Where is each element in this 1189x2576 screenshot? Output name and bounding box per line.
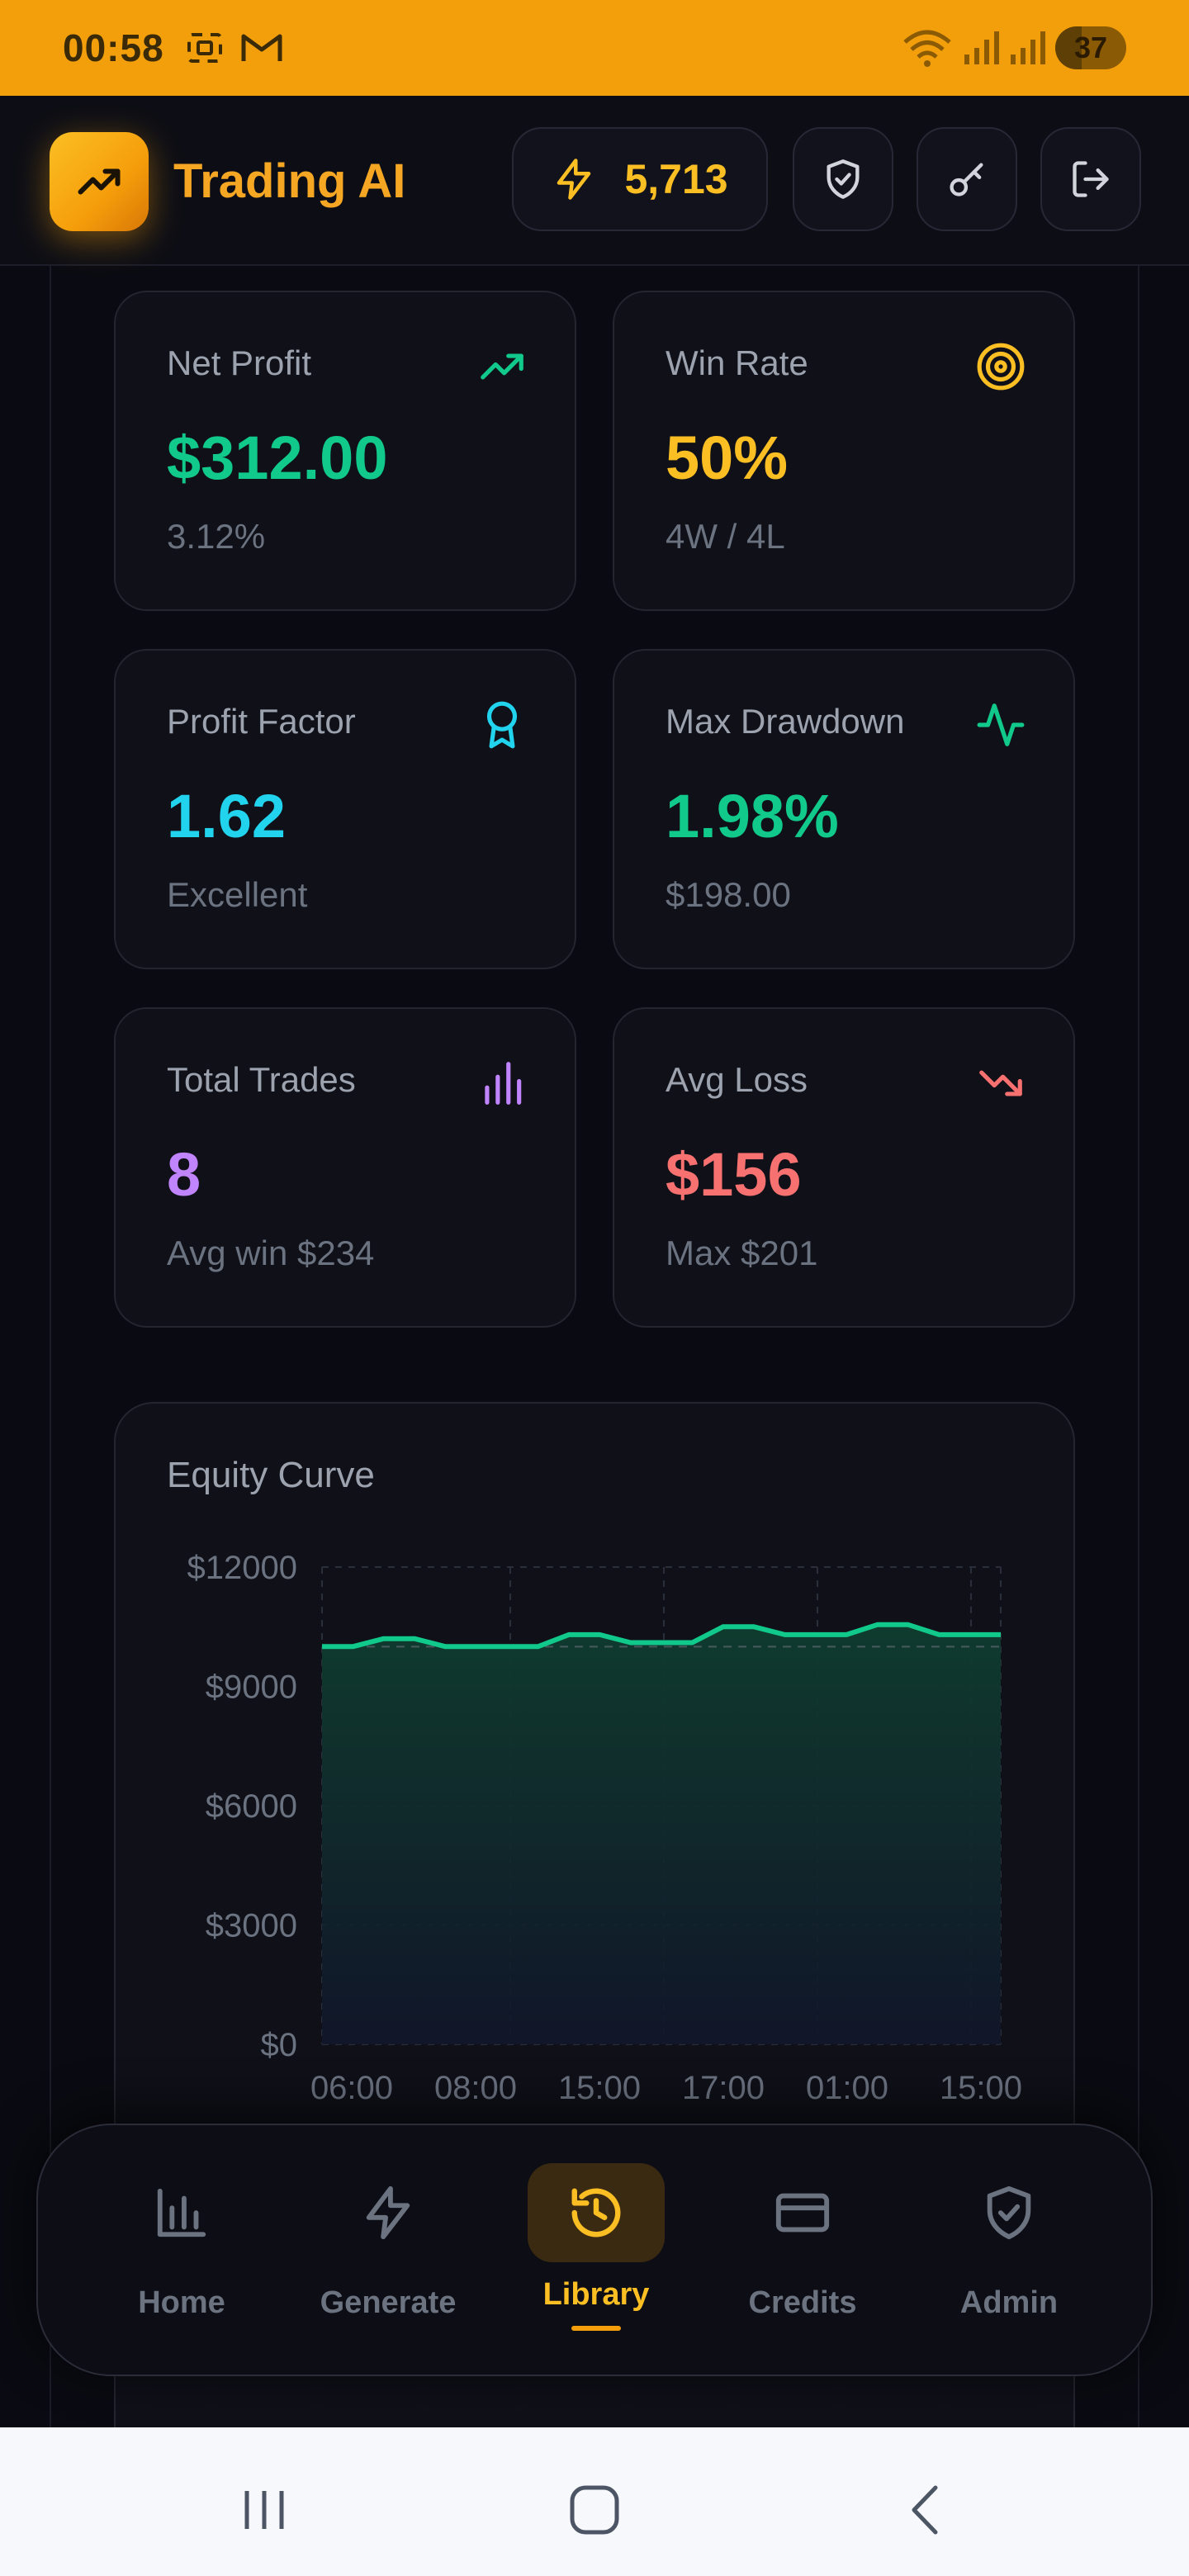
credit-card-icon (775, 2193, 830, 2233)
stat-value: $312.00 (167, 424, 388, 492)
lightning-icon (366, 2185, 410, 2240)
logout-icon (1073, 161, 1109, 197)
back-button[interactable] (893, 2477, 959, 2543)
nav-label: Generate (320, 2285, 457, 2320)
home-icon (570, 2485, 619, 2535)
nav-item-generate[interactable]: Generate (306, 2163, 471, 2345)
y-tick-label: $6000 (206, 1788, 297, 1825)
bottom-nav: Home Generate Library Credits Admin (36, 2124, 1153, 2376)
nav-label: Admin (959, 2285, 1059, 2320)
signal-icon (1011, 31, 1045, 64)
stat-label: Win Rate (666, 343, 808, 382)
x-tick-label: 15:00 (940, 2070, 1022, 2106)
stat-sub: $198.00 (666, 875, 791, 914)
equity-area (322, 1624, 1001, 2044)
activity-icon (977, 703, 1025, 746)
stat-card-win-rate: Win Rate 50% 4W / 4L (613, 291, 1075, 611)
app-title: Trading AI (173, 154, 406, 208)
system-nav-bar (0, 2427, 1189, 2576)
x-tick-label: 01:00 (806, 2070, 888, 2106)
stat-label: Profit Factor (167, 702, 356, 741)
y-tick-label: $9000 (206, 1669, 297, 1706)
recent-apps-button[interactable] (231, 2477, 297, 2543)
stat-label: Total Trades (167, 1060, 356, 1099)
y-tick-label: $3000 (206, 1908, 297, 1944)
stat-card-total-trades: Total Trades 8 Avg win $234 (114, 1007, 576, 1328)
stat-card-net-profit: Net Profit $312.00 3.12% (114, 291, 576, 611)
nav-item-credits[interactable]: Credits (720, 2163, 885, 2345)
stat-sub: Avg win $234 (167, 1234, 375, 1272)
x-tick-label: 08:00 (434, 2070, 517, 2106)
x-tick-label: 17:00 (682, 2070, 765, 2106)
home-button[interactable] (561, 2477, 628, 2543)
trending-up-icon (78, 168, 121, 195)
stat-label: Max Drawdown (666, 702, 905, 741)
recent-apps-icon (244, 2491, 284, 2529)
trending-down-icon (979, 1070, 1022, 1096)
stat-value: 1.98% (666, 782, 839, 850)
shield-check-icon (987, 2185, 1031, 2240)
nav-label: Credits (748, 2285, 857, 2320)
nav-item-library[interactable]: Library (514, 2163, 679, 2345)
wifi-icon (903, 30, 951, 67)
credits-value: 5,713 (624, 156, 728, 202)
stat-value: 8 (167, 1140, 201, 1209)
signal-icon (964, 31, 999, 64)
y-tick-label: $0 (261, 2027, 298, 2063)
credits-balance[interactable]: 5,713 (512, 127, 768, 231)
bar-chart-icon (157, 2188, 206, 2237)
stat-sub: 4W / 4L (666, 517, 785, 556)
status-time: 00:58 (63, 26, 164, 69)
y-tick-label: $12000 (187, 1550, 297, 1586)
shield-check-icon (827, 159, 860, 199)
nav-label: Home (138, 2285, 225, 2320)
content-border-left (50, 266, 51, 2429)
back-icon (912, 2485, 938, 2535)
x-tick-label: 06:00 (310, 2070, 393, 2106)
lightning-icon (557, 159, 591, 200)
stat-card-avg-loss: Avg Loss $156 Max $201 (613, 1007, 1075, 1328)
stat-value: 1.62 (167, 782, 287, 850)
content-border-right (1138, 266, 1139, 2429)
stat-value: $156 (666, 1140, 802, 1209)
history-icon (571, 2188, 621, 2237)
stat-value: 50% (666, 424, 789, 492)
screenshot-icon (187, 33, 222, 63)
status-bar: 00:58 37 (0, 0, 1189, 96)
key-icon (950, 163, 983, 197)
stat-label: Avg Loss (666, 1060, 808, 1099)
stat-sub: 3.12% (167, 517, 266, 556)
app-logo[interactable] (50, 132, 149, 231)
bar-chart-icon (485, 1062, 522, 1105)
logout-button[interactable] (1040, 127, 1141, 231)
stat-sub: Max $201 (666, 1234, 818, 1272)
stat-card-profit-factor: Profit Factor 1.62 Excellent (114, 649, 576, 969)
stat-label: Net Profit (167, 343, 312, 382)
trending-up-icon (481, 353, 523, 380)
stat-sub: Excellent (167, 875, 308, 914)
nav-item-admin[interactable]: Admin (926, 2163, 1092, 2345)
nav-item-home[interactable]: Home (99, 2163, 264, 2345)
gmail-icon (241, 34, 282, 61)
award-icon (486, 701, 518, 749)
battery-indicator: 37 (1055, 26, 1126, 69)
active-indicator (571, 2326, 621, 2331)
x-tick-label: 15:00 (558, 2070, 641, 2106)
stat-card-max-drawdown: Max Drawdown 1.98% $198.00 (613, 649, 1075, 969)
api-key-button[interactable] (917, 127, 1017, 231)
nav-label: Library (542, 2277, 650, 2312)
admin-shield-button[interactable] (793, 127, 893, 231)
target-icon (977, 343, 1025, 391)
app-header: Trading AI 5,713 (0, 96, 1189, 266)
